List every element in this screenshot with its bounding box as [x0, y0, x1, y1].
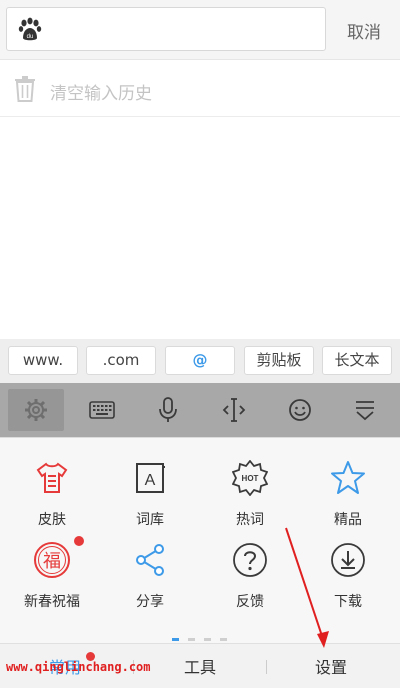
gear-icon	[25, 399, 47, 421]
star-icon	[329, 459, 367, 497]
long-text-button[interactable]: 长文本	[322, 346, 392, 375]
dictionary-item[interactable]: A 词库	[100, 456, 200, 538]
quick-com-button[interactable]: .com	[86, 346, 156, 375]
baidu-paw-icon: du	[18, 17, 42, 41]
quick-www-button[interactable]: www.	[8, 346, 78, 375]
tab-divider	[266, 660, 267, 674]
skin-label: 皮肤	[38, 512, 66, 528]
premium-item[interactable]: 精品	[298, 456, 398, 538]
page-dot	[188, 638, 195, 641]
clear-history-label: 清空输入历史	[50, 84, 152, 104]
watermark: www.qinglinchang.com	[6, 660, 151, 674]
share-label: 分享	[136, 594, 164, 610]
cursor-icon	[222, 398, 246, 422]
fortune-icon: 福	[33, 541, 71, 579]
dictionary-icon: A	[131, 459, 169, 497]
clear-history-row[interactable]: 清空输入历史	[0, 61, 400, 117]
tab-tools[interactable]: 工具	[165, 654, 235, 678]
dictionary-letter: A	[145, 472, 156, 489]
hot-badge-icon: HOT	[231, 459, 269, 497]
page-indicator	[172, 638, 232, 642]
collapse-icon	[356, 401, 374, 421]
hot-words-label: 热词	[236, 512, 264, 528]
download-item[interactable]: 下载	[298, 538, 398, 620]
share-item[interactable]: 分享	[100, 538, 200, 620]
quick-at-button[interactable]: @	[165, 346, 235, 375]
trash-icon	[15, 76, 35, 102]
page-dot	[204, 638, 211, 641]
keyboard-toolbar	[0, 383, 400, 437]
premium-label: 精品	[334, 512, 362, 528]
tab-settings[interactable]: 设置	[296, 654, 366, 678]
download-icon	[329, 541, 367, 579]
toolbar-cursor-button[interactable]	[206, 389, 262, 431]
page-dot	[220, 638, 227, 641]
fortune-char: 福	[43, 551, 61, 572]
hot-badge-text: HOT	[242, 474, 259, 483]
clipboard-button[interactable]: 剪贴板	[244, 346, 314, 375]
skin-item[interactable]: 皮肤	[2, 456, 102, 538]
share-icon	[131, 541, 169, 579]
new-year-wishes-label: 新春祝福	[24, 594, 80, 610]
microphone-icon	[159, 397, 177, 422]
toolbar-settings-button[interactable]	[8, 389, 64, 431]
toolbar-voice-button[interactable]	[140, 389, 196, 431]
search-bar: du 取消	[0, 0, 400, 60]
toolbar-collapse-button[interactable]	[337, 389, 393, 431]
quick-input-bar: www. .com @ 剪贴板 长文本	[0, 339, 400, 383]
tshirt-icon	[33, 459, 71, 497]
feedback-label: 反馈	[236, 594, 264, 610]
new-badge-dot	[74, 536, 84, 546]
question-icon	[231, 541, 269, 579]
new-year-wishes-item[interactable]: 福 新春祝福	[2, 536, 102, 620]
feedback-item[interactable]: 反馈	[200, 538, 300, 620]
cancel-button[interactable]: 取消	[336, 18, 392, 43]
emoji-icon	[289, 399, 311, 421]
search-input[interactable]: du	[6, 7, 326, 51]
toolbar-emoji-button[interactable]	[272, 389, 328, 431]
dictionary-label: 词库	[136, 512, 164, 528]
keyboard-icon	[89, 401, 115, 419]
page-dot-active	[172, 638, 179, 641]
toolbar-keyboard-button[interactable]	[74, 389, 130, 431]
hot-words-item[interactable]: HOT 热词	[200, 456, 300, 538]
download-label: 下载	[334, 594, 362, 610]
svg-text:du: du	[27, 34, 34, 40]
